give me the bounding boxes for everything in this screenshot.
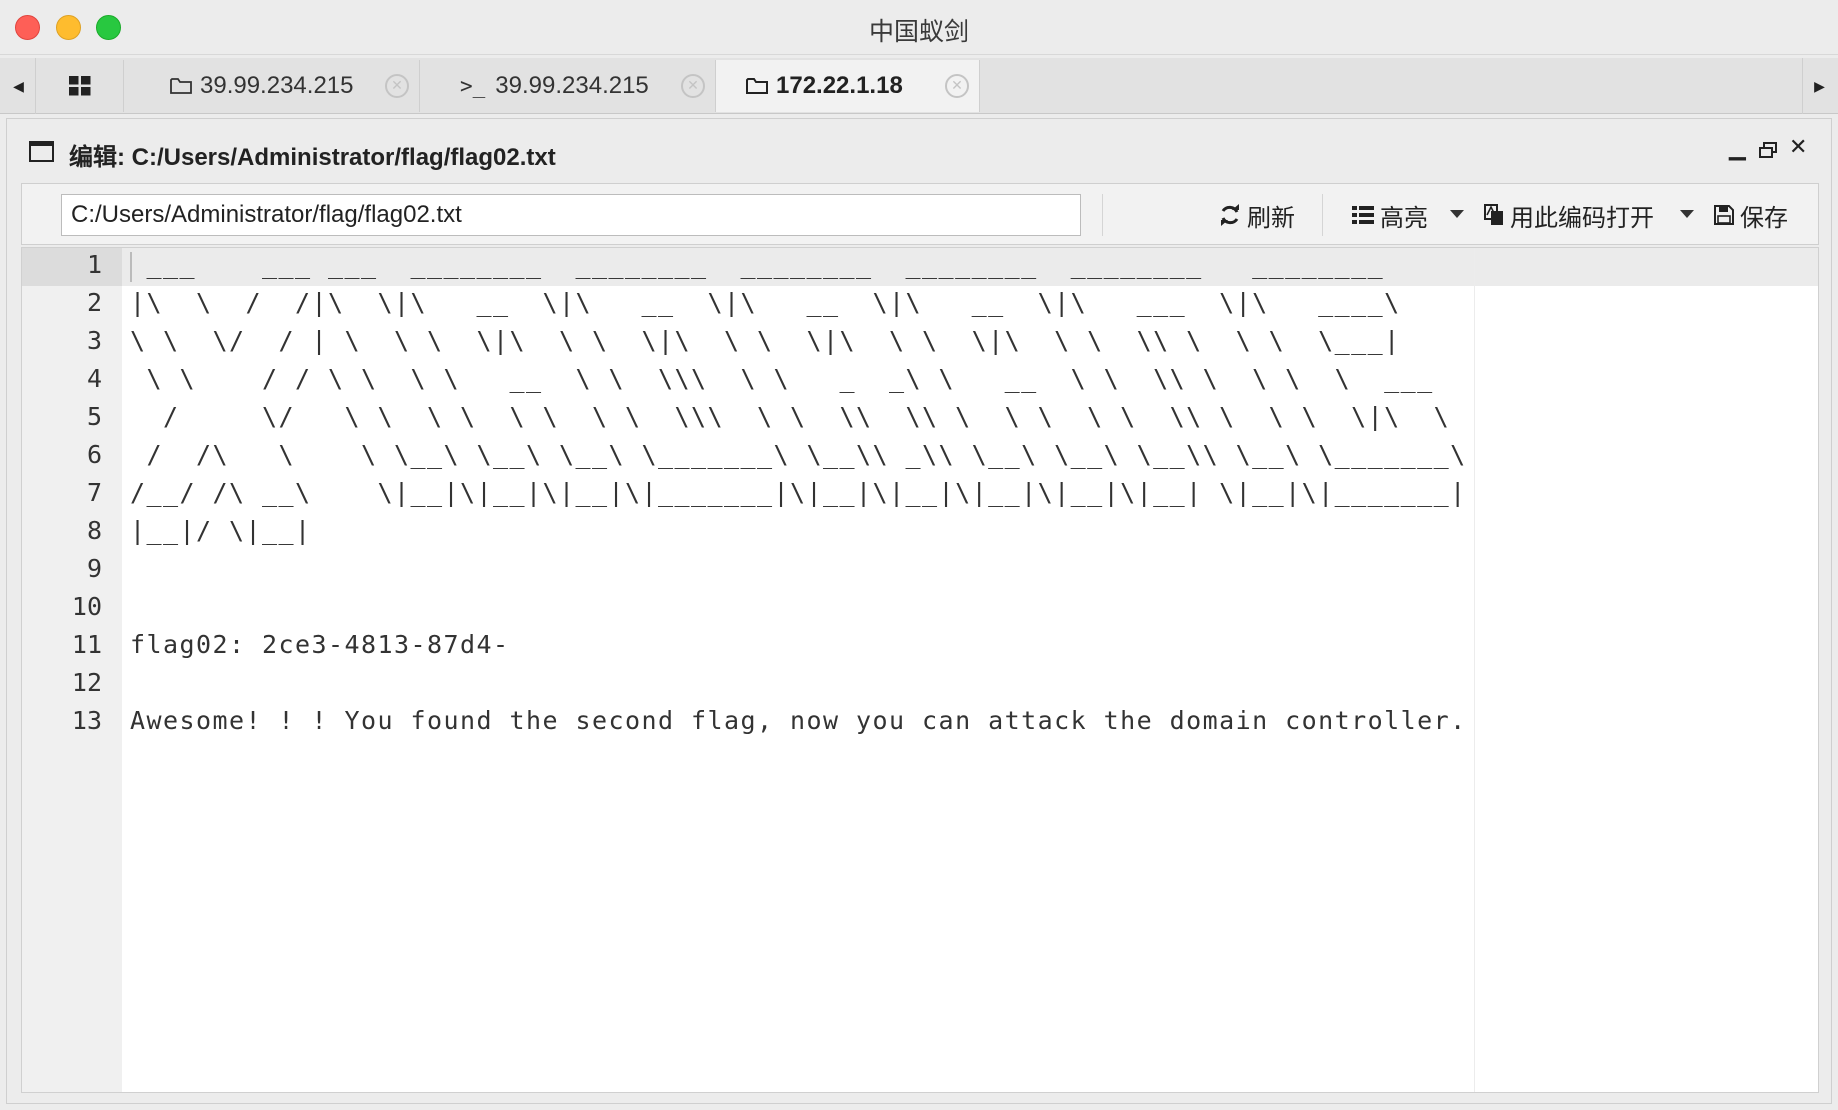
window-icon: [29, 141, 54, 162]
file-path-input[interactable]: [61, 194, 1081, 236]
terminal-icon: >_: [460, 74, 486, 98]
line-number: 1: [86, 250, 102, 279]
code-line: 5 / \/ \ \ \ \ \ \ \ \ \\\ \ \ \\ \\ \ \…: [22, 400, 1818, 438]
code-line: 12: [22, 666, 1818, 704]
code-line: 11 flag02: 2ce3-4813-87d4-: [22, 628, 1818, 666]
line-text: |\ \ / /|\ \|\ __ \|\ __ \|\ __ \|\ __ \…: [130, 288, 1401, 317]
code-line: 3 \ \ \/ / | \ \ \ \|\ \ \ \|\ \ \ \|\ \ …: [22, 324, 1818, 362]
tab-bar: ◀ 39.99.234.215 ✕ >_ 39.99.234.215 ✕ 172…: [0, 58, 1838, 114]
editor-panel: 编辑: C:/Users/Administrator/flag/flag02.t…: [6, 118, 1832, 1104]
code-line: 8 |__|/ \|__|: [22, 514, 1818, 552]
restore-panel-icon[interactable]: [1759, 138, 1777, 164]
line-number: 8: [86, 516, 102, 545]
tab-label: 39.99.234.215: [495, 72, 649, 99]
line-number: 4: [86, 364, 102, 393]
title-bar: 中国蚁剑: [0, 0, 1838, 55]
line-number: 3: [86, 326, 102, 355]
folder-icon: [170, 77, 192, 95]
line-number: 2: [86, 288, 102, 317]
editor-panel-header: 编辑: C:/Users/Administrator/flag/flag02.t…: [7, 119, 1831, 181]
code-lines: 1 ___ ___ ___ ________ ________ ________…: [22, 248, 1818, 742]
tab-files-1[interactable]: 39.99.234.215 ✕: [124, 60, 420, 112]
code-line: 6 / /\ \ \ \__\ \__\ \__\ \_______\ \__\…: [22, 438, 1818, 476]
line-number: 9: [86, 554, 102, 583]
close-tab-icon[interactable]: ✕: [945, 74, 969, 98]
toolbar-divider: [1322, 194, 1323, 236]
line-number: 7: [86, 478, 102, 507]
window-title: 中国蚁剑: [868, 18, 969, 46]
encoding-button[interactable]: 用此编码打开: [1484, 198, 1654, 232]
editor-toolbar: 刷新 高亮 用此编码打开: [21, 183, 1819, 245]
code-editor[interactable]: 1 ___ ___ ___ ________ ________ ________…: [21, 247, 1819, 1093]
tab-label: 172.22.1.18: [776, 72, 903, 99]
line-number: 12: [71, 668, 102, 697]
tab-scroll-right-button[interactable]: ▶: [1802, 58, 1836, 114]
translate-icon: [1484, 204, 1503, 225]
line-text: |__|/ \|__|: [130, 516, 312, 545]
line-number: 6: [86, 440, 102, 469]
tab-terminal[interactable]: >_ 39.99.234.215 ✕: [420, 60, 716, 112]
tab-scroll-left-button[interactable]: ◀: [2, 58, 36, 114]
line-text: \ \ \/ / | \ \ \ \|\ \ \ \|\ \ \ \|\ \ \…: [130, 326, 1401, 355]
editor-title: 编辑: C:/Users/Administrator/flag/flag02.t…: [69, 144, 556, 171]
encoding-dropdown-icon[interactable]: [1680, 210, 1694, 218]
encoding-label: 用此编码打开: [1510, 204, 1654, 232]
line-text: / /\ \ \ \__\ \__\ \__\ \_______\ \__\\ …: [130, 440, 1467, 469]
code-line: 2 |\ \ / /|\ \|\ __ \|\ __ \|\ __ \|\ __ …: [22, 286, 1818, 324]
refresh-icon: [1221, 204, 1239, 226]
line-text: Awesome! ! ! You found the second flag, …: [130, 706, 1467, 735]
save-button[interactable]: 保存: [1714, 198, 1788, 232]
line-text: \ \ / / \ \ \ \ __ \ \ \\\ \ \ _ _\ \ __…: [130, 364, 1434, 393]
line-text: / \/ \ \ \ \ \ \ \ \ \\\ \ \ \\ \\ \ \ \…: [130, 402, 1451, 431]
code-line: 13 Awesome! ! ! You found the second flag…: [22, 704, 1818, 742]
line-text: flag02: 2ce3-4813-87d4-: [130, 630, 510, 659]
code-line: 10: [22, 590, 1818, 628]
line-text: /__/ /\ __\ \|__|\|__|\|__|\|_______|\|_…: [130, 478, 1467, 507]
line-text: ___ ___ ___ ________ ________ ________ _…: [130, 250, 1385, 279]
code-line: 1 ___ ___ ___ ________ ________ ________…: [22, 248, 1818, 286]
grid-icon: [68, 76, 90, 96]
line-number: 5: [86, 402, 102, 431]
folder-icon: [746, 77, 768, 95]
toolbar-divider: [1102, 194, 1103, 236]
highlight-label: 高亮: [1380, 204, 1428, 232]
highlight-dropdown-icon[interactable]: [1450, 210, 1464, 218]
line-number: 11: [71, 630, 102, 659]
close-panel-icon[interactable]: ✕: [1789, 134, 1807, 160]
code-line: 9: [22, 552, 1818, 590]
list-icon: [1352, 206, 1374, 224]
save-label: 保存: [1740, 204, 1788, 232]
code-line: 7 /__/ /\ __\ \|__|\|__|\|__|\|_______|\|…: [22, 476, 1818, 514]
refresh-label: 刷新: [1247, 204, 1295, 232]
line-number: 10: [71, 592, 102, 621]
close-tab-icon[interactable]: ✕: [681, 74, 705, 98]
save-icon: [1714, 205, 1734, 225]
line-number: 13: [71, 706, 102, 735]
highlight-button[interactable]: 高亮: [1352, 198, 1428, 232]
refresh-button[interactable]: 刷新: [1219, 198, 1295, 232]
minimize-panel-icon[interactable]: ▁: [1729, 135, 1746, 161]
close-tab-icon[interactable]: ✕: [385, 74, 409, 98]
tab-home[interactable]: [36, 60, 124, 112]
code-line: 4 \ \ / / \ \ \ \ __ \ \ \\\ \ \ _ _\ \ …: [22, 362, 1818, 400]
tab-label: 39.99.234.215: [200, 72, 354, 99]
tab-files-active[interactable]: 172.22.1.18 ✕: [716, 60, 980, 112]
